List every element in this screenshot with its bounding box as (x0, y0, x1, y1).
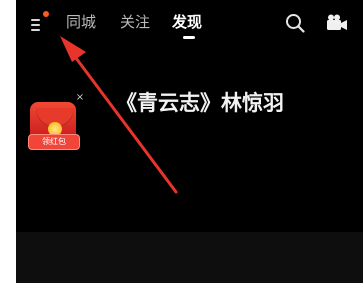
camera-button[interactable] (325, 12, 349, 34)
red-packet-button[interactable]: 领红包 (28, 100, 80, 156)
top-navigation-bar: 同城 关注 发现 (16, 0, 363, 44)
tab-following[interactable]: 关注 (120, 11, 150, 33)
notification-dot (43, 11, 49, 17)
tab-nearby[interactable]: 同城 (66, 11, 96, 33)
close-icon[interactable]: × (74, 92, 86, 104)
camera-icon (327, 14, 347, 30)
search-icon (286, 14, 305, 33)
red-packet-label: 领红包 (28, 134, 80, 150)
search-button[interactable] (284, 12, 306, 34)
tab-discover[interactable]: 发现 (172, 11, 202, 33)
content-lower-area (16, 232, 363, 283)
video-title: 《青云志》林惊羽 (116, 91, 284, 115)
menu-button[interactable] (26, 11, 50, 35)
app-screen: 同城 关注 发现 《青云志》林惊羽 领红包 × (16, 0, 363, 283)
active-tab-indicator (183, 36, 195, 39)
